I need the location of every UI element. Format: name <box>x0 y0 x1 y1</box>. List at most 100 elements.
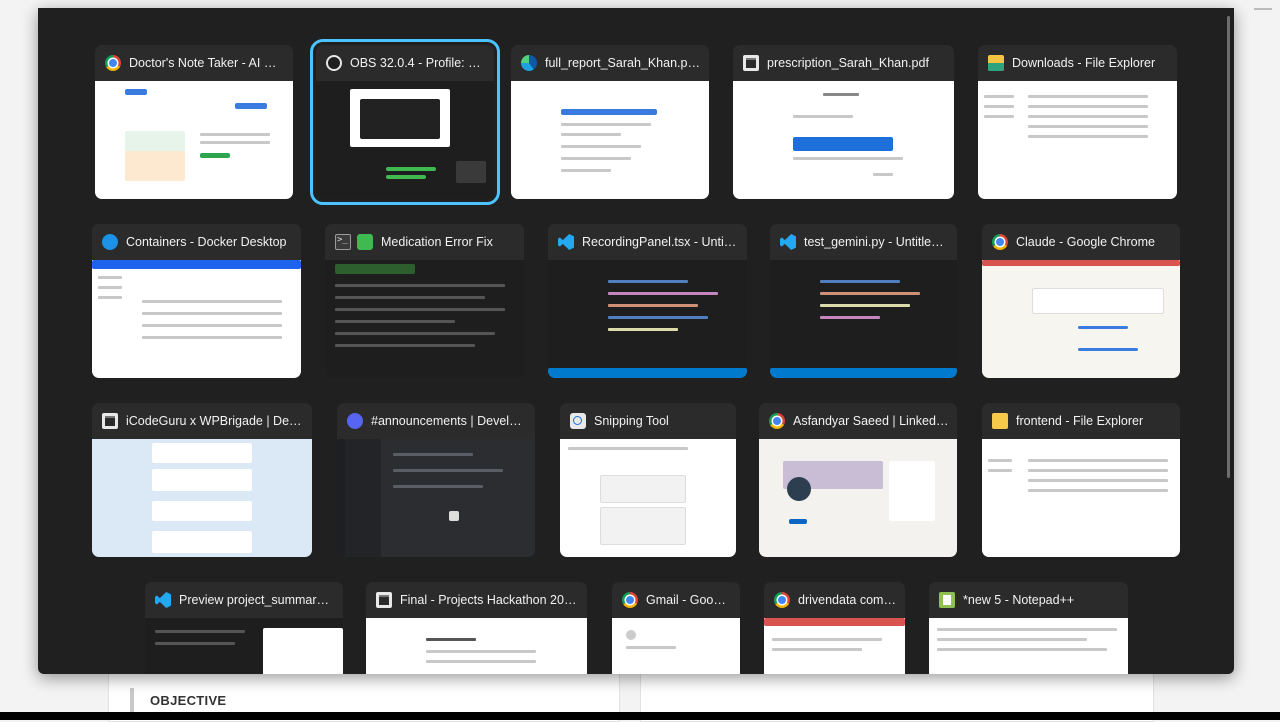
window-thumbnail <box>366 618 587 674</box>
window-tile-docker-desktop[interactable]: Containers - Docker Desktop <box>92 224 301 378</box>
chrome-icon <box>105 55 121 71</box>
task-switcher: Doctor's Note Taker - AI Med... OBS 32.0… <box>38 8 1234 674</box>
window-thumbnail <box>337 439 535 557</box>
vscode-icon <box>558 234 574 250</box>
window-control <box>1254 8 1272 10</box>
window-thumbnail <box>95 81 293 199</box>
file-explorer-icon <box>988 55 1004 71</box>
document-icon <box>376 592 392 608</box>
window-tile-full-report-pdf[interactable]: full_report_Sarah_Khan.pdf a... <box>511 45 709 199</box>
window-thumbnail <box>145 618 343 674</box>
window-thumbnail <box>511 81 709 199</box>
tile-header: OBS 32.0.4 - Profile: Un... <box>316 45 494 81</box>
window-title: Gmail - Google... <box>646 593 732 607</box>
window-tile-discord[interactable]: #announcements | Develope... <box>337 403 535 557</box>
window-thumbnail <box>764 618 905 674</box>
tile-header: drivendata comp... <box>764 582 905 618</box>
terminal-icon <box>335 234 351 250</box>
window-thumbnail <box>929 618 1128 674</box>
tile-header: Downloads - File Explorer <box>978 45 1177 81</box>
vscode-icon <box>780 234 796 250</box>
window-tile-recordingpanel-vscode[interactable]: RecordingPanel.tsx - Untitled... <box>548 224 747 378</box>
tile-header: Claude - Google Chrome <box>982 224 1180 260</box>
tile-header: frontend - File Explorer <box>982 403 1180 439</box>
tile-header: Snipping Tool <box>560 403 736 439</box>
tile-header: test_gemini.py - Untitled (... <box>770 224 957 260</box>
window-title: Doctor's Note Taker - AI Med... <box>129 56 285 70</box>
window-tile-test-gemini-vscode[interactable]: test_gemini.py - Untitled (... <box>770 224 957 378</box>
window-tile-gmail[interactable]: Gmail - Google... <box>612 582 740 674</box>
window-title: Containers - Docker Desktop <box>126 235 287 249</box>
window-thumbnail <box>560 439 736 557</box>
obs-icon <box>326 55 342 71</box>
window-tile-snipping-tool[interactable]: Snipping Tool <box>560 403 736 557</box>
window-tile-claude-chrome[interactable]: Claude - Google Chrome <box>982 224 1180 378</box>
docker-icon <box>102 234 118 250</box>
document-icon <box>102 413 118 429</box>
window-title: #announcements | Develope... <box>371 414 527 428</box>
window-title: RecordingPanel.tsx - Untitled... <box>582 235 739 249</box>
snipping-tool-icon <box>570 413 586 429</box>
window-thumbnail <box>548 260 747 378</box>
window-tile-downloads-explorer[interactable]: Downloads - File Explorer <box>978 45 1177 199</box>
window-title: OBS 32.0.4 - Profile: Un... <box>350 56 486 70</box>
tile-header: Doctor's Note Taker - AI Med... <box>95 45 293 81</box>
window-tile-notepadpp[interactable]: *new 5 - Notepad++ <box>929 582 1128 674</box>
window-tile-preview-project-summary[interactable]: Preview project_summary_un... <box>145 582 343 674</box>
window-thumbnail <box>612 618 740 674</box>
tile-header: Preview project_summary_un... <box>145 582 343 618</box>
tile-header: Containers - Docker Desktop <box>92 224 301 260</box>
window-title: Downloads - File Explorer <box>1012 56 1156 70</box>
chrome-icon <box>774 592 790 608</box>
window-title: frontend - File Explorer <box>1016 414 1144 428</box>
chrome-icon <box>992 234 1008 250</box>
window-tile-frontend-explorer[interactable]: frontend - File Explorer <box>982 403 1180 557</box>
window-thumbnail <box>325 260 524 378</box>
window-tile-obs[interactable]: OBS 32.0.4 - Profile: Un... <box>310 39 500 205</box>
window-thumbnail <box>92 439 312 557</box>
taskbar-edge <box>0 712 1280 720</box>
tile-header: Medication Error Fix <box>325 224 524 260</box>
window-title: Asfandyar Saeed | LinkedIn -... <box>793 414 949 428</box>
discord-icon <box>347 413 363 429</box>
window-tile-linkedin[interactable]: Asfandyar Saeed | LinkedIn -... <box>759 403 957 557</box>
window-tile-drivendata[interactable]: drivendata comp... <box>764 582 905 674</box>
tile-header: *new 5 - Notepad++ <box>929 582 1128 618</box>
window-thumbnail <box>770 260 957 378</box>
window-thumbnail <box>978 81 1177 199</box>
app-badge-icon <box>357 234 373 250</box>
window-title: Final - Projects Hackathon 2026 -... <box>400 593 579 607</box>
window-title: *new 5 - Notepad++ <box>963 593 1075 607</box>
window-title: drivendata comp... <box>798 593 897 607</box>
window-tile-prescription-pdf[interactable]: prescription_Sarah_Khan.pdf <box>733 45 954 199</box>
window-tile-medication-error-fix[interactable]: Medication Error Fix <box>325 224 524 378</box>
window-title: Preview project_summary_un... <box>179 593 335 607</box>
window-tile-doctors-note-taker[interactable]: Doctor's Note Taker - AI Med... <box>95 45 293 199</box>
window-title: prescription_Sarah_Khan.pdf <box>767 56 929 70</box>
switcher-scrollbar[interactable] <box>1227 16 1230 478</box>
window-tile-final-projects-hackathon[interactable]: Final - Projects Hackathon 2026 -... <box>366 582 587 674</box>
vscode-icon <box>155 592 171 608</box>
window-thumbnail <box>316 81 494 199</box>
window-title: iCodeGuru x WPBrigade | DevLau... <box>126 414 304 428</box>
objective-heading: OBJECTIVE <box>150 693 227 708</box>
edge-icon <box>521 55 537 71</box>
chrome-icon <box>769 413 785 429</box>
window-thumbnail <box>982 260 1180 378</box>
folder-icon <box>992 413 1008 429</box>
tile-header: Asfandyar Saeed | LinkedIn -... <box>759 403 957 439</box>
tile-header: iCodeGuru x WPBrigade | DevLau... <box>92 403 312 439</box>
tile-header: #announcements | Develope... <box>337 403 535 439</box>
notepad-icon <box>939 592 955 608</box>
tile-header: RecordingPanel.tsx - Untitled... <box>548 224 747 260</box>
document-icon <box>743 55 759 71</box>
window-thumbnail <box>733 81 954 199</box>
heading-accent-bar <box>130 688 134 714</box>
window-title: Snipping Tool <box>594 414 669 428</box>
window-title: Medication Error Fix <box>381 235 493 249</box>
window-tile-icodeguru[interactable]: iCodeGuru x WPBrigade | DevLau... <box>92 403 312 557</box>
window-title: Claude - Google Chrome <box>1016 235 1155 249</box>
window-title: full_report_Sarah_Khan.pdf a... <box>545 56 701 70</box>
window-title: test_gemini.py - Untitled (... <box>804 235 949 249</box>
tile-header: Final - Projects Hackathon 2026 -... <box>366 582 587 618</box>
